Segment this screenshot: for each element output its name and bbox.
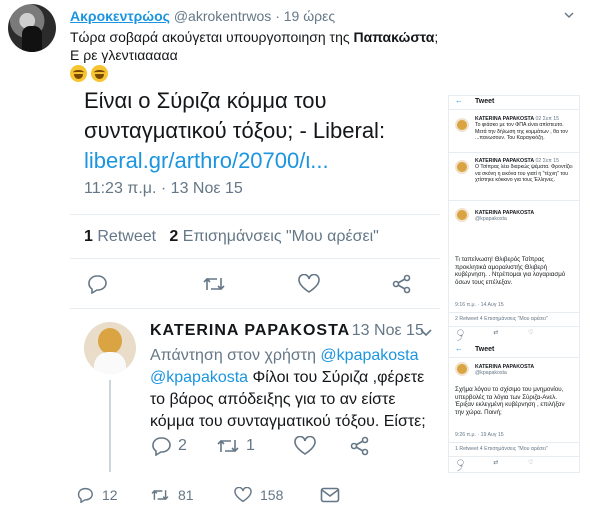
mini-text: Το φιάσκο με τον ΦΠΑ είναι απίστευτο. Με… [475,122,568,142]
back-arrow-icon: ← [455,344,463,353]
reply-date: · 13 Νοε 15 [342,322,424,339]
mini-avatar [455,118,469,132]
reply-to-handle[interactable]: @kpapakosta [320,347,418,364]
mini-title: Tweet [475,98,495,105]
divider [70,214,440,215]
chevron-down-icon[interactable] [564,10,574,20]
mini-text: Ο Τσίπρας λέει διαρκώς ψέματα. Φροντίζει… [475,164,573,184]
retweet-icon[interactable] [202,274,226,294]
mini-meta: 9:26 π.μ. · 19 Αυγ 15 [455,432,504,438]
mini-author-block: KATERINA PAPAKOSTA @kpapakosta [475,210,534,223]
reply-avatar[interactable] [84,322,136,374]
emoji-row [70,65,108,82]
quoted-line-2: συνταγματικού τόξου; - Liberal: [84,118,386,143]
mini-meta: 9:16 π.μ. · 14 Αυγ 15 [455,302,504,308]
reply-author-name[interactable]: KATERINA PAPAKOSTA [150,322,350,340]
reply-action[interactable]: 12 [76,487,118,503]
mini-author: KATERINA PAPAKOSTA [475,364,535,370]
author-name[interactable]: Ακροκεντρώος [70,8,170,24]
retweet-icon[interactable] [216,436,240,456]
attached-image-left[interactable]: Είναι ο Σύριζα κόμμα του συνταγματικού τ… [70,92,440,472]
tweet-text-part: Τώρα σοβαρά ακούγεται υπουργοποιηση της [70,29,354,45]
reply-icon[interactable] [150,436,172,456]
dm-action[interactable] [320,487,340,503]
like-label: Επισημάνσεις "Μου αρέσει" [182,228,379,245]
tweet-header: Ακροκεντρώος @akrokentrwos · 19 ώρες [70,8,335,24]
like-icon[interactable] [294,436,316,456]
reply-text: Απάντηση στον χρήστη @kpapakosta @kpapak… [150,345,440,433]
like-icon[interactable] [234,487,252,503]
divider [449,456,579,457]
mini-title: Tweet [475,346,495,353]
divider [449,152,579,153]
reply-to-label: Απάντηση στον χρήστη [150,347,321,364]
thread-line [109,380,111,472]
mini-stats: 1 Retweet 4 Επισημάνσεις "Μου αρέσει" [455,446,548,452]
reply-replies-count: 2 [178,437,187,454]
mini-avatar [455,160,469,174]
mini-handle: @kpapakosta [475,216,507,223]
mini-actions: ◯ ⇄ ♡ ⤴ [457,460,548,473]
mini-avatar [455,208,469,222]
mini-handle: @kpapakosta [475,370,507,377]
mini-header: ← Tweet [449,96,579,110]
retweet-count: 1 [84,228,93,245]
share-icon[interactable] [350,436,370,456]
mini-text: Τι ταπείνωση! Θλιβερός Τσίπρας προκλητικ… [455,256,566,286]
like-icon[interactable] [298,274,320,294]
retweet-count: 81 [178,487,194,503]
mini-text: Σχήμα λόγου το σχίσιμο του μνημονίου, υπ… [455,386,565,416]
quoted-stats: 1 Retweet 2 Επισημάνσεις "Μου αρέσει" [84,228,379,246]
mini-tweet: KATERINA PAPAKOSTA 02 Σεπ 15 Ο Τσίπρας λ… [475,158,575,184]
reply-count: 12 [102,487,118,503]
reply-retweets-count: 1 [246,437,255,454]
reply-icon[interactable] [76,487,94,503]
tweet-time[interactable]: 19 ώρες [284,8,335,24]
like-action[interactable]: 158 [234,487,283,503]
tweet-text: Τώρα σοβαρά ακούγεται υπουργοποιηση της … [70,28,570,64]
author-handle[interactable]: @akrokentrwos [174,8,271,24]
mini-tweet: KATERINA PAPAKOSTA 02 Σεπ 15 Το φιάσκο μ… [475,116,575,142]
retweet-icon[interactable] [150,487,170,503]
laughing-emoji-icon [70,65,87,82]
attached-image-right[interactable]: ← Tweet KATERINA PAPAKOSTA 02 Σεπ 15 Το … [448,95,580,473]
like-count: 2 [169,228,179,245]
chevron-down-icon[interactable] [420,328,432,338]
mini-author: KATERINA PAPAKOSTA [475,210,535,216]
retweet-action[interactable]: 81 [150,487,194,503]
mini-avatar [455,362,469,376]
divider [449,200,579,201]
back-arrow-icon: ← [455,96,463,105]
separator-dot: · [275,8,280,24]
mini-stats: 2 Retweet 4 Επισημάνσεις "Μου αρέσει" [455,316,548,322]
quoted-datetime: 11:23 π.μ. · 13 Νοε 15 [84,180,243,197]
divider [449,312,579,313]
divider [449,326,579,327]
divider [449,442,579,443]
reply-icon[interactable] [86,274,108,294]
mini-author-block: KATERINA PAPAKOSTA @kpapakosta [475,364,534,377]
like-count: 158 [260,487,284,503]
divider [70,308,440,309]
retweet-label: Retweet [97,228,157,245]
tweet-text-part: ; [434,29,439,45]
tweet-text-bold: Παπακώστα [353,29,435,45]
laughing-emoji-icon [91,65,108,82]
quoted-link[interactable]: liberal.gr/arthro/20700/ι... [84,148,329,174]
envelope-icon[interactable] [320,487,340,503]
author-avatar[interactable] [8,4,56,52]
quoted-line-1: Είναι ο Σύριζα κόμμα του [84,92,327,113]
mention-link[interactable]: @kpapakosta [150,369,248,386]
share-icon[interactable] [392,274,412,294]
mini-header: ← Tweet [449,344,579,358]
mini-actions: ◯ ⇄ ♡ ⤴ [457,330,548,343]
divider [70,258,440,259]
tweet-text-line2: Ε ρε γλεντιααααα [70,47,178,63]
